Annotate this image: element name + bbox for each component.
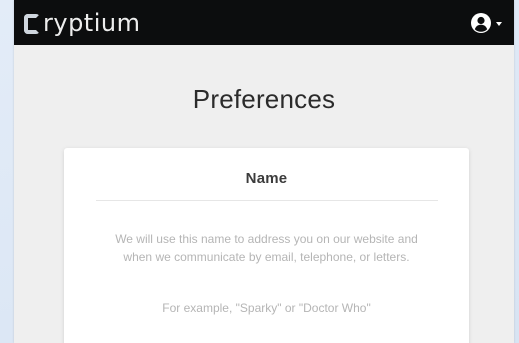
brand-name: ryptium: [43, 8, 141, 37]
caret-down-icon: [496, 21, 502, 26]
card-example-text: For example, "Sparky" or "Doctor Who": [162, 301, 371, 315]
card-description: We will use this name to address you on …: [115, 232, 418, 264]
cryptium-logo-icon: [24, 13, 40, 34]
app-window: ryptium Preferences Name We will use thi…: [14, 0, 514, 343]
user-circle-icon: [471, 12, 491, 33]
top-navigation-bar: ryptium: [14, 0, 514, 45]
page-title: Preferences: [192, 84, 336, 114]
name-preference-card: Name We will use this name to address yo…: [64, 148, 469, 343]
card-heading: Name: [245, 170, 288, 187]
account-menu-button[interactable]: [470, 12, 502, 34]
card-divider: [96, 200, 438, 201]
brand-logo-link[interactable]: ryptium: [24, 11, 140, 35]
